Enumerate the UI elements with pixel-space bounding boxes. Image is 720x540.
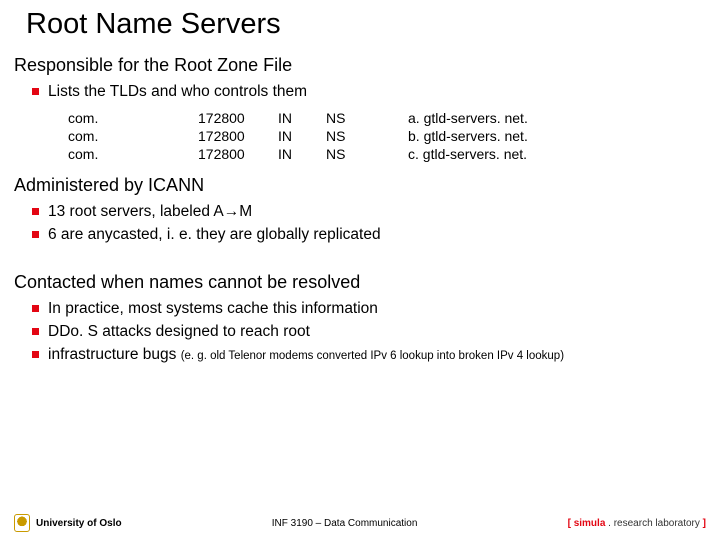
bullet-list-root-zone: Lists the TLDs and who controls them <box>14 82 706 103</box>
slide-title: Root Name Servers <box>26 8 706 41</box>
bullet-anycast: 6 are anycasted, i. e. they are globally… <box>32 225 706 246</box>
zone-class: IN <box>278 109 326 127</box>
simula-rest: . research laboratory <box>605 518 700 529</box>
zone-ttl: 172800 <box>198 145 278 163</box>
zone-name: com. <box>68 145 198 163</box>
bullet-infra-bugs-text: infrastructure bugs <box>48 346 176 363</box>
section-heading-contacted: Contacted when names cannot be resolved <box>14 272 706 293</box>
zone-target: a. gtld-servers. net. <box>408 109 528 127</box>
bullet-ddos: DDo. S attacks designed to reach root <box>32 322 706 343</box>
table-row: com. 172800 IN NS b. gtld-servers. net. <box>68 127 528 145</box>
zone-type: NS <box>326 145 408 163</box>
zone-ttl: 172800 <box>198 127 278 145</box>
slide: Root Name Servers Responsible for the Ro… <box>0 0 720 366</box>
table-row: com. 172800 IN NS a. gtld-servers. net. <box>68 109 528 127</box>
section-heading-icann: Administered by ICANN <box>14 175 706 196</box>
section-heading-root-zone: Responsible for the Root Zone File <box>14 55 706 76</box>
uio-crest-icon <box>14 514 30 532</box>
table-row: com. 172800 IN NS c. gtld-servers. net. <box>68 145 528 163</box>
zone-type: NS <box>326 109 408 127</box>
bullet-list-icann: 13 root servers, labeled A→M 6 are anyca… <box>14 202 706 246</box>
spacer <box>14 252 706 266</box>
zone-file-table: com. 172800 IN NS a. gtld-servers. net. … <box>68 109 528 163</box>
zone-target: c. gtld-servers. net. <box>408 145 528 163</box>
zone-class: IN <box>278 127 326 145</box>
footer-university: University of Oslo <box>36 518 122 529</box>
bullet-infra-bugs: infrastructure bugs (e. g. old Telenor m… <box>32 345 706 366</box>
bullet-13-servers: 13 root servers, labeled A→M <box>32 202 706 223</box>
bullet-infra-bugs-note: (e. g. old Telenor modems converted IPv … <box>181 350 564 362</box>
zone-type: NS <box>326 127 408 145</box>
bracket-close: ] <box>700 518 706 529</box>
bullet-cache: In practice, most systems cache this inf… <box>32 299 706 320</box>
bullet-tlds: Lists the TLDs and who controls them <box>32 82 706 103</box>
zone-class: IN <box>278 145 326 163</box>
zone-name: com. <box>68 127 198 145</box>
simula-name: simula <box>574 518 606 529</box>
zone-target: b. gtld-servers. net. <box>408 127 528 145</box>
bullet-list-contacted: In practice, most systems cache this inf… <box>14 299 706 366</box>
footer-simula: [ simula . research laboratory ] <box>568 518 706 529</box>
zone-ttl: 172800 <box>198 109 278 127</box>
zone-name: com. <box>68 109 198 127</box>
footer-course: INF 3190 – Data Communication <box>122 518 568 529</box>
footer: University of Oslo INF 3190 – Data Commu… <box>0 514 720 532</box>
